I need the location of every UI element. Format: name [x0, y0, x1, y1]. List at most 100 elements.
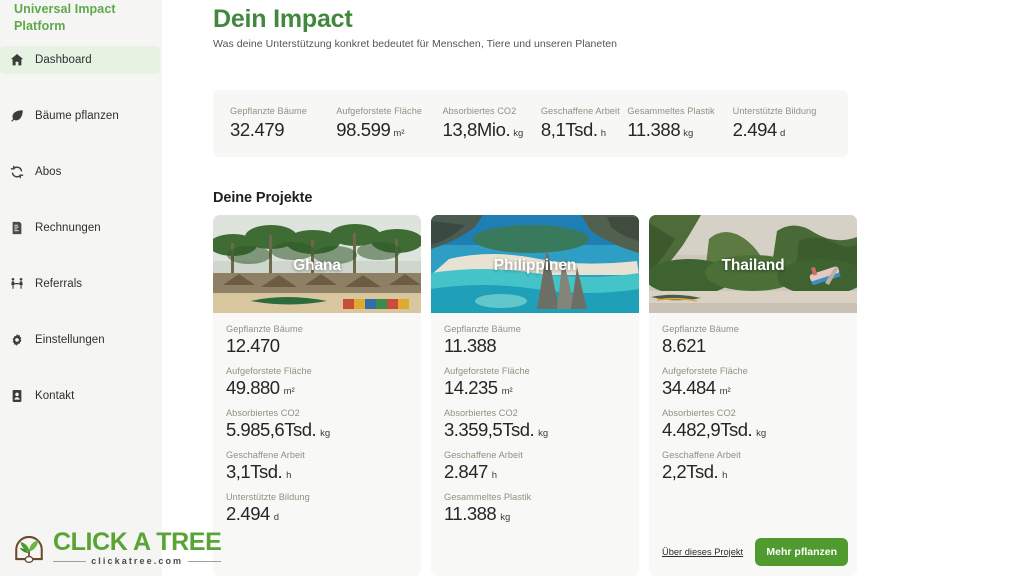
project-metric-label: Gepflanzte Bäume: [226, 324, 303, 334]
project-metric-value-row: 34.484 m²: [662, 377, 844, 399]
project-metric-label: Unterstützte Bildung: [226, 492, 310, 502]
stat-item: Gepflanzte Bäume 32.479: [230, 106, 336, 141]
project-photo: Thailand: [649, 215, 857, 313]
project-metric-value-row: 8.621: [662, 335, 844, 357]
project-metric-value-row: 3,1Tsd. h: [226, 461, 408, 483]
clickatree-logo: CLICK A TREE clickatree.com: [12, 528, 222, 566]
leaf-icon: [9, 109, 24, 124]
project-metric-value: 2.847: [444, 461, 488, 482]
project-card[interactable]: Thailand Gepflanzte Bäume 8.621 Aufgeforste…: [649, 215, 857, 576]
stat-unit: kg: [683, 128, 694, 139]
sidebar-item-kontakt[interactable]: Kontakt: [0, 382, 162, 410]
sidebar-item-label: Abos: [35, 166, 62, 178]
sidebar: Universal Impact Platform Dashboard Bäume…: [0, 0, 162, 576]
project-metric-unit: m²: [283, 386, 295, 397]
project-metric: Gepflanzte Bäume 12.470: [226, 324, 408, 357]
project-metric: Unterstützte Bildung 2.494 d: [226, 492, 408, 525]
project-metrics: Gepflanzte Bäume 12.470 Aufgeforstete Fläc…: [213, 313, 421, 576]
stat-value-row: 32.479: [230, 119, 336, 141]
project-metric-label: Absorbiertes CO2: [662, 408, 736, 418]
project-metric-label: Gepflanzte Bäume: [662, 324, 739, 334]
project-metric-value: 12.470: [226, 335, 280, 356]
project-metric-value-row: 11.388: [444, 335, 626, 357]
page-subtitle: Was deine Unterstützung konkret bedeutet…: [213, 38, 618, 50]
project-metric-label: Geschaffene Arbeit: [662, 450, 741, 460]
logo-rule-right: [188, 560, 222, 562]
project-metric: Geschaffene Arbeit 3,1Tsd. h: [226, 450, 408, 483]
project-metric-value-row: 11.388 kg: [444, 503, 626, 525]
sidebar-nav: Dashboard Bäume pflanzen Abos Rechnungen Ref…: [0, 46, 162, 410]
project-metric-unit: d: [273, 512, 280, 523]
stat-unit: h: [600, 128, 606, 139]
project-metric-value: 11.388: [444, 335, 497, 356]
stat-unit: d: [779, 128, 786, 139]
project-metric-value: 34.484: [662, 377, 716, 398]
project-metric: Aufgeforstete Fläche 49.880 m²: [226, 366, 408, 399]
project-metric-value: 3,1Tsd.: [226, 461, 283, 482]
project-metric-unit: kg: [320, 428, 331, 439]
project-metric-value-row: 49.880 m²: [226, 377, 408, 399]
stat-label: Unterstützte Bildung: [732, 106, 817, 116]
project-metric: Geschaffene Arbeit 2.847 h: [444, 450, 626, 483]
project-metric-value: 5.985,6Tsd.: [226, 419, 317, 440]
projects-section-title: Deine Projekte: [213, 190, 313, 206]
project-metric: Gesammeltes Plastik 11.388 kg: [444, 492, 626, 525]
stat-value-row: 11.388 kg: [627, 119, 732, 141]
project-metrics: Gepflanzte Bäume 11.388 Aufgeforstete Fläc…: [431, 313, 639, 576]
brand-title: Universal Impact Platform: [14, 2, 116, 33]
project-card[interactable]: Ghana Gepflanzte Bäume 12.470 Aufgeforstete…: [213, 215, 421, 576]
invoice-icon: [9, 221, 24, 236]
logo-wordmark: CLICK A TREE clickatree.com: [53, 528, 222, 566]
project-card-footer: Über dieses Projekt Mehr pflanzen: [649, 538, 857, 576]
app-root: Universal Impact Platform Dashboard Bäume…: [0, 0, 1024, 576]
about-project-link[interactable]: Über dieses Projekt: [662, 547, 743, 557]
logo-title: CLICK A TREE: [53, 528, 222, 556]
home-icon: [9, 53, 24, 68]
stat-value-row: 98.599 m²: [336, 119, 442, 141]
project-metric-value-row: 2.847 h: [444, 461, 626, 483]
stat-item: Geschaffene Arbeit 8,1Tsd. h: [541, 106, 628, 141]
project-metric-value-row: 2,2Tsd. h: [662, 461, 844, 483]
stat-value: 2.494: [732, 119, 778, 140]
project-metric-unit: m²: [719, 386, 731, 397]
project-metric-value: 49.880: [226, 377, 280, 398]
sidebar-item-dashboard[interactable]: Dashboard: [0, 46, 160, 74]
project-metric-value: 3.359,5Tsd.: [444, 419, 535, 440]
project-metric: Gepflanzte Bäume 8.621: [662, 324, 844, 357]
impact-stats-bar: Gepflanzte Bäume 32.479 Aufgeforstete Fläc…: [213, 90, 848, 157]
project-photo: Philippinen: [431, 215, 639, 313]
stat-unit: m²: [393, 128, 405, 139]
project-metric-label: Aufgeforstete Fläche: [444, 366, 530, 376]
sidebar-item-label: Einstellungen: [35, 334, 105, 346]
stat-value-row: 8,1Tsd. h: [541, 119, 628, 141]
project-metric-label: Absorbiertes CO2: [226, 408, 300, 418]
logo-subtitle-row: clickatree.com: [53, 556, 222, 566]
sidebar-item-label: Kontakt: [35, 390, 75, 402]
sidebar-item-label: Dashboard: [35, 54, 92, 66]
stat-value: 8,1Tsd.: [540, 119, 598, 140]
project-metric-label: Gepflanzte Bäume: [444, 324, 521, 334]
sidebar-item-einstellungen[interactable]: Einstellungen: [0, 326, 162, 354]
project-metric-label: Aufgeforstete Fläche: [662, 366, 748, 376]
project-metric-label: Gesammeltes Plastik: [444, 492, 532, 502]
sidebar-item-abos[interactable]: Abos: [0, 158, 162, 186]
logo-domain: clickatree.com: [91, 556, 184, 566]
stat-value: 11.388: [627, 119, 681, 140]
sidebar-item-referrals[interactable]: Referrals: [0, 270, 162, 298]
project-metric-label: Aufgeforstete Fläche: [226, 366, 312, 376]
sidebar-item-rechnungen[interactable]: Rechnungen: [0, 214, 162, 242]
stat-label: Gepflanzte Bäume: [230, 106, 307, 116]
plant-more-button[interactable]: Mehr pflanzen: [755, 538, 848, 566]
stat-label: Aufgeforstete Fläche: [336, 106, 423, 116]
project-metric: Gepflanzte Bäume 11.388: [444, 324, 626, 357]
stat-item: Aufgeforstete Fläche 98.599 m²: [336, 106, 442, 141]
project-name: Philippinen: [493, 257, 577, 274]
sidebar-item-b-ume-pflanzen[interactable]: Bäume pflanzen: [0, 102, 162, 130]
project-name: Thailand: [721, 257, 785, 274]
stat-item: Absorbiertes CO2 13,8Mio. kg: [442, 106, 540, 141]
project-name: Ghana: [293, 257, 341, 274]
project-card[interactable]: Philippinen Gepflanzte Bäume 11.388 Aufgefo…: [431, 215, 639, 576]
project-metric-value-row: 14.235 m²: [444, 377, 626, 399]
project-metric: Geschaffene Arbeit 2,2Tsd. h: [662, 450, 844, 483]
project-metric-value-row: 2.494 d: [226, 503, 408, 525]
